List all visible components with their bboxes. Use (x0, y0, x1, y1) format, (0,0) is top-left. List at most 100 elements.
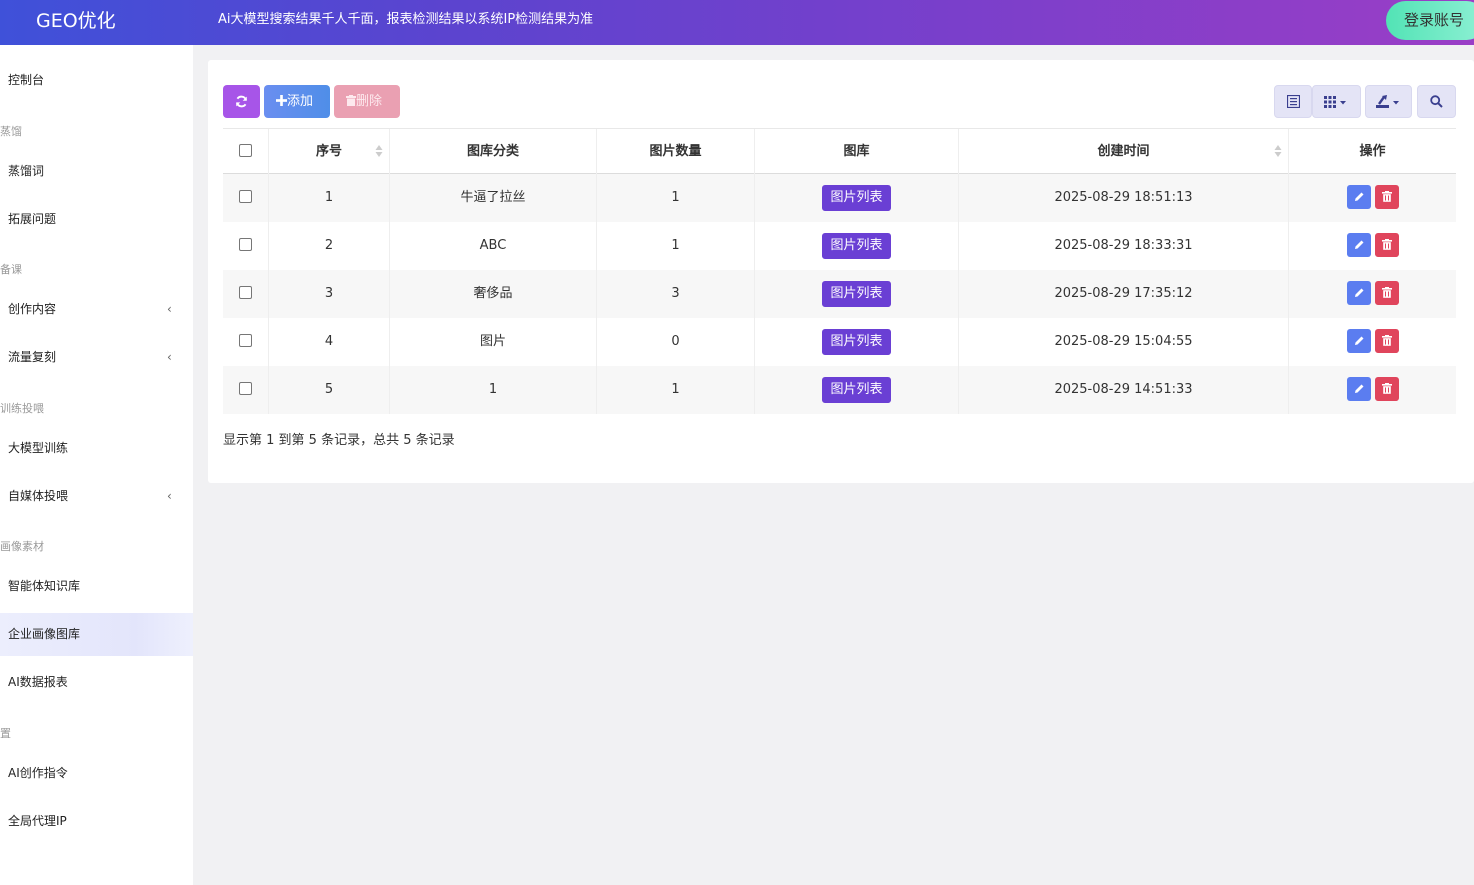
cell-id: 2 (268, 222, 389, 270)
delete-button[interactable]: 删除 (334, 85, 400, 118)
delete-row-button[interactable] (1375, 185, 1399, 209)
plus-icon (276, 95, 287, 106)
row-checkbox[interactable] (239, 382, 252, 395)
sidebar-group-assets: 画像素材 (0, 540, 44, 553)
sidebar-item-ai-report[interactable]: AI数据报表 (0, 661, 193, 704)
cell-created: 2025-08-29 18:33:31 (958, 222, 1288, 270)
row-checkbox[interactable] (239, 238, 252, 251)
sidebar-item-label: 创作内容 (8, 302, 57, 316)
trash-icon (1382, 239, 1392, 250)
cell-count: 0 (596, 318, 754, 366)
search-button[interactable] (1417, 85, 1456, 118)
trash-icon (1382, 191, 1392, 202)
sidebar-item-create-content[interactable]: 创作内容 ‹ (0, 288, 193, 331)
export-button[interactable] (1365, 85, 1412, 118)
column-header-count: 图片数量 (596, 129, 754, 174)
row-checkbox[interactable] (239, 334, 252, 347)
cell-category: 图片 (389, 318, 596, 366)
login-account-button[interactable]: 登录账号 (1386, 1, 1474, 40)
cell-category: 牛逼了拉丝 (389, 174, 596, 222)
sidebar-item-distill-words[interactable]: 蒸馏词 (0, 150, 193, 193)
cell-id: 5 (268, 366, 389, 414)
image-list-button[interactable]: 图片列表 (822, 280, 891, 307)
chevron-left-icon: ‹ (167, 302, 172, 316)
edit-button[interactable] (1347, 185, 1371, 209)
delete-row-button[interactable] (1375, 233, 1399, 257)
row-checkbox[interactable] (239, 190, 252, 203)
cell-gallery: 图片列表 (754, 270, 958, 318)
cell-actions (1288, 270, 1456, 318)
image-list-button[interactable]: 图片列表 (822, 232, 891, 259)
cell-actions (1288, 318, 1456, 366)
sidebar-item-model-training[interactable]: 大模型训练 (0, 427, 193, 470)
sidebar-item-ai-instructions[interactable]: AI创作指令 (0, 752, 193, 795)
delete-row-button[interactable] (1375, 377, 1399, 401)
image-list-button[interactable]: 图片列表 (822, 184, 891, 211)
image-list-button[interactable]: 图片列表 (822, 328, 891, 355)
column-header-id[interactable]: 序号 (268, 129, 389, 174)
cell-category: 1 (389, 366, 596, 414)
pencil-icon (1355, 192, 1364, 201)
edit-button[interactable] (1347, 233, 1371, 257)
add-button[interactable]: 添加 (264, 85, 330, 118)
cell-gallery: 图片列表 (754, 366, 958, 414)
sidebar-item-label: AI创作指令 (8, 766, 68, 780)
cell-category: ABC (389, 222, 596, 270)
main-panel: 添加 删除 序号 图库分类 图片数量 图库 创建时间 操作 1 牛逼了拉丝 1 … (208, 60, 1474, 483)
sidebar-item-agent-knowledge[interactable]: 智能体知识库 (0, 565, 193, 608)
column-label: 序号 (315, 144, 342, 159)
row-checkbox[interactable] (239, 286, 252, 299)
row-select-cell (223, 174, 268, 222)
sidebar-item-label: AI数据报表 (8, 675, 68, 689)
sidebar-item-media-feed[interactable]: 自媒体投喂 ‹ (0, 475, 193, 518)
edit-button[interactable] (1347, 329, 1371, 353)
list-view-icon (1287, 95, 1300, 108)
sidebar-item-traffic-copy[interactable]: 流量复刻 ‹ (0, 336, 193, 379)
sidebar: 控制台 蒸馏 蒸馏词 拓展问题 备课 创作内容 ‹ 流量复刻 ‹ 训练投喂 大模型训… (0, 45, 193, 885)
columns-toggle-button[interactable] (1312, 85, 1361, 118)
table-row: 5 1 1 图片列表 2025-08-29 14:51:33 (223, 366, 1456, 414)
cell-gallery: 图片列表 (754, 174, 958, 222)
sort-icon (1274, 145, 1282, 157)
refresh-button[interactable] (223, 85, 260, 118)
select-all-checkbox[interactable] (239, 144, 252, 157)
cell-category: 奢侈品 (389, 270, 596, 318)
cell-count: 1 (596, 366, 754, 414)
chevron-left-icon: ‹ (167, 489, 172, 503)
edit-button[interactable] (1347, 281, 1371, 305)
sidebar-item-dashboard[interactable]: 控制台 (0, 59, 193, 102)
export-icon (1376, 95, 1399, 108)
pencil-icon (1355, 288, 1364, 297)
sidebar-item-label: 自媒体投喂 (8, 489, 69, 503)
brand-logo-text[interactable]: GEO优化 (36, 8, 116, 34)
cell-created: 2025-08-29 14:51:33 (958, 366, 1288, 414)
chevron-left-icon: ‹ (167, 350, 172, 364)
top-header-bar: GEO优化 Ai大模型搜索结果千人千面，报表检测结果以系统IP检测结果为准 登录… (0, 0, 1474, 45)
delete-button-label: 删除 (356, 94, 383, 109)
trash-icon (1382, 335, 1392, 346)
delete-row-button[interactable] (1375, 329, 1399, 353)
cell-count: 3 (596, 270, 754, 318)
header-notice: Ai大模型搜索结果千人千面，报表检测结果以系统IP检测结果为准 (218, 12, 594, 27)
table-row: 2 ABC 1 图片列表 2025-08-29 18:33:31 (223, 222, 1456, 270)
delete-row-button[interactable] (1375, 281, 1399, 305)
table-row: 4 图片 0 图片列表 2025-08-29 15:04:55 (223, 318, 1456, 366)
sidebar-item-extend-questions[interactable]: 拓展问题 (0, 198, 193, 241)
column-header-created[interactable]: 创建时间 (958, 129, 1288, 174)
cell-actions (1288, 366, 1456, 414)
row-select-cell (223, 366, 268, 414)
list-view-button[interactable] (1274, 85, 1312, 118)
refresh-icon (236, 95, 247, 108)
sidebar-item-label: 企业画像图库 (8, 627, 81, 641)
image-list-button[interactable]: 图片列表 (822, 376, 891, 403)
trash-icon (1382, 383, 1392, 394)
sidebar-item-label: 智能体知识库 (8, 579, 81, 593)
edit-button[interactable] (1347, 377, 1371, 401)
row-select-cell (223, 270, 268, 318)
sidebar-item-proxy-ip[interactable]: 全局代理IP (0, 800, 193, 843)
row-select-cell (223, 318, 268, 366)
select-all-cell (223, 129, 268, 174)
table-row: 3 奢侈品 3 图片列表 2025-08-29 17:35:12 (223, 270, 1456, 318)
cell-count: 1 (596, 222, 754, 270)
sidebar-item-enterprise-gallery[interactable]: 企业画像图库 (0, 613, 193, 656)
